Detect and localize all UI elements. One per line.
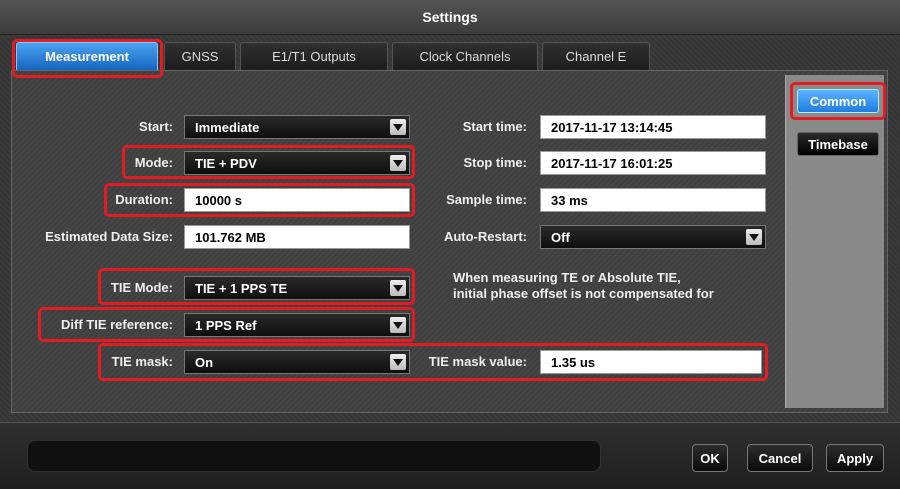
- start-label: Start:: [139, 119, 173, 134]
- stop-time-label: Stop time:: [463, 155, 527, 170]
- tab-gnss[interactable]: GNSS: [164, 42, 236, 70]
- settings-window: Settings Measurement GNSS E1/T1 Outputs …: [0, 0, 900, 489]
- cancel-button[interactable]: Cancel: [747, 444, 813, 472]
- timebase-button[interactable]: Timebase: [797, 132, 879, 156]
- highlight-measurement-tab: [12, 39, 163, 78]
- start-value: Immediate: [195, 120, 260, 135]
- ok-button[interactable]: OK: [692, 444, 728, 472]
- sample-time-field[interactable]: 33 ms: [540, 188, 766, 212]
- sample-time-label: Sample time:: [446, 192, 527, 207]
- auto-restart-select[interactable]: Off: [540, 225, 766, 249]
- tab-e1-t1-outputs[interactable]: E1/T1 Outputs: [240, 42, 388, 70]
- start-select[interactable]: Immediate: [184, 115, 410, 139]
- stop-time-field: 2017-11-17 16:01:25: [540, 151, 766, 175]
- status-bar: [27, 440, 601, 472]
- highlight-diff-reference: [38, 307, 415, 342]
- tab-channel-e[interactable]: Channel E: [542, 42, 650, 70]
- start-time-field[interactable]: 2017-11-17 13:14:45: [540, 115, 766, 139]
- highlight-mode: [122, 145, 415, 179]
- chevron-down-icon: [746, 229, 762, 245]
- phase-offset-note-line1: When measuring TE or Absolute TIE,: [453, 270, 681, 285]
- chevron-down-icon: [390, 119, 406, 135]
- highlight-common-button: [790, 82, 886, 120]
- data-size-field: 101.762 MB: [184, 225, 410, 249]
- window-title: Settings: [0, 0, 900, 35]
- highlight-duration: [104, 183, 415, 217]
- phase-offset-note-line2: initial phase offset is not compensated …: [453, 286, 714, 301]
- start-time-label: Start time:: [462, 119, 527, 134]
- auto-restart-label: Auto-Restart:: [443, 229, 527, 244]
- highlight-tie-mask-row: [98, 343, 768, 381]
- data-size-label: Estimated Data Size:: [45, 229, 173, 244]
- tab-clock-channels[interactable]: Clock Channels: [392, 42, 538, 70]
- apply-button[interactable]: Apply: [826, 444, 884, 472]
- auto-restart-value: Off: [551, 230, 570, 245]
- highlight-tie-mode: [98, 268, 415, 305]
- sidebar: [785, 75, 884, 408]
